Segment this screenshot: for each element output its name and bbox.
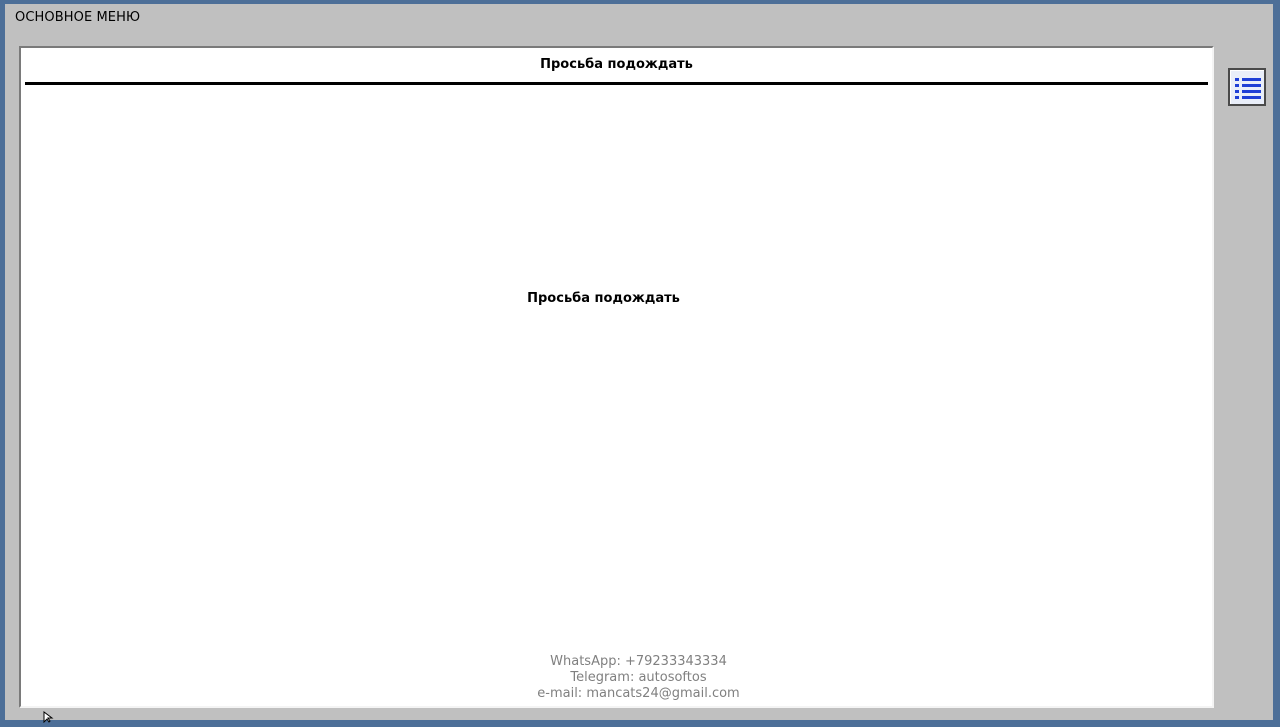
- content-panel: Просьба подождать Просьба подождать What…: [19, 46, 1214, 708]
- mouse-pointer-icon: [43, 708, 55, 727]
- wait-message: Просьба подождать: [527, 291, 680, 306]
- panel-header: Просьба подождать: [540, 57, 693, 72]
- header-divider: [25, 82, 1208, 85]
- contact-email: e-mail: mancats24@gmail.com: [537, 686, 740, 701]
- main-window: ОСНОВНОЕ МЕНЮ Просьба подождать Просьба …: [5, 4, 1273, 720]
- window-title: ОСНОВНОЕ МЕНЮ: [15, 10, 141, 25]
- menu-button[interactable]: [1228, 68, 1266, 106]
- contact-whatsapp: WhatsApp: +79233343334: [550, 654, 727, 669]
- contact-telegram: Telegram: autosoftos: [570, 670, 707, 685]
- contact-info: WhatsApp: +79233343334 Telegram: autosof…: [21, 654, 1256, 702]
